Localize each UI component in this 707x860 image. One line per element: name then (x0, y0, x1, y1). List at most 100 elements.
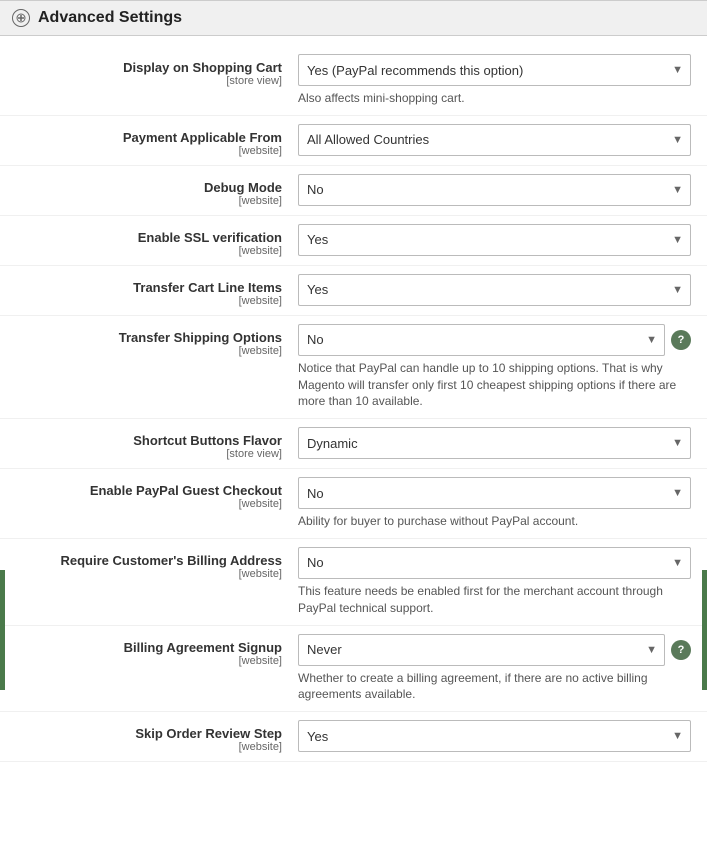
select-skip_order_review_step[interactable]: YesNo (298, 720, 691, 752)
select-wrapper: YesNo▼ (298, 274, 691, 306)
select-wrapper: All Allowed CountriesSpecific Countries▼ (298, 124, 691, 156)
setting-row: Skip Order Review Step[website]YesNo▼ (0, 712, 707, 762)
label-transfer_shipping_options: Transfer Shipping Options (8, 330, 282, 345)
setting-row: Transfer Shipping Options[website]YesNo▼… (0, 316, 707, 419)
setting-control-col: DynamicStatic▼ (298, 427, 691, 459)
scope-transfer_cart_line_items: [website] (8, 295, 282, 307)
label-enable_paypal_guest_checkout: Enable PayPal Guest Checkout (8, 483, 282, 498)
setting-row: Display on Shopping Cart[store view]Yes … (0, 46, 707, 116)
setting-control-inner-row: YesNo▼ (298, 174, 691, 206)
select-wrapper: YesNo▼ (298, 720, 691, 752)
left-green-bar (0, 570, 5, 690)
page-container: Advanced Settings Display on Shopping Ca… (0, 0, 707, 860)
setting-row: Shortcut Buttons Flavor[store view]Dynam… (0, 419, 707, 469)
select-debug_mode[interactable]: YesNo (298, 174, 691, 206)
select-transfer_cart_line_items[interactable]: YesNo (298, 274, 691, 306)
setting-control-inner-row: YesNo▼ (298, 547, 691, 579)
setting-label-col: Display on Shopping Cart[store view] (8, 54, 298, 87)
label-skip_order_review_step: Skip Order Review Step (8, 726, 282, 741)
collapse-icon[interactable] (12, 9, 30, 27)
scope-shortcut_buttons_flavor: [store view] (8, 448, 282, 460)
scope-payment_applicable_from: [website] (8, 145, 282, 157)
setting-label-col: Enable PayPal Guest Checkout[website] (8, 477, 298, 510)
scope-skip_order_review_step: [website] (8, 741, 282, 753)
select-wrapper: YesNo▼ (298, 174, 691, 206)
hint-require_customers_billing_address: This feature needs be enabled first for … (298, 583, 691, 617)
setting-control-inner-row: YesNo▼ (298, 274, 691, 306)
setting-label-col: Enable SSL verification[website] (8, 224, 298, 257)
setting-control-inner-row: YesNo▼? (298, 324, 691, 356)
setting-label-col: Billing Agreement Signup[website] (8, 634, 298, 667)
setting-control-col: YesNo▼ (298, 224, 691, 256)
select-enable_ssl_verification[interactable]: YesNo (298, 224, 691, 256)
setting-control-col: Yes (PayPal recommends this option)No▼ Al… (298, 54, 691, 107)
label-enable_ssl_verification: Enable SSL verification (8, 230, 282, 245)
select-wrapper: YesNo▼ (298, 324, 665, 356)
right-green-bar (702, 570, 707, 690)
settings-content: Display on Shopping Cart[store view]Yes … (0, 36, 707, 772)
scope-debug_mode: [website] (8, 195, 282, 207)
select-shortcut_buttons_flavor[interactable]: DynamicStatic (298, 427, 691, 459)
setting-label-col: Transfer Shipping Options[website] (8, 324, 298, 357)
label-debug_mode: Debug Mode (8, 180, 282, 195)
hint-transfer_shipping_options: Notice that PayPal can handle up to 10 s… (298, 360, 691, 410)
select-enable_paypal_guest_checkout[interactable]: YesNo (298, 477, 691, 509)
select-wrapper: Yes (PayPal recommends this option)No▼ (298, 54, 691, 86)
setting-control-col: AutoEvery VisitNever▼? Whether to create … (298, 634, 691, 704)
setting-control-inner-row: YesNo▼ (298, 477, 691, 509)
setting-control-col: YesNo▼ (298, 174, 691, 206)
setting-control-col: YesNo▼ This feature needs be enabled firs… (298, 547, 691, 617)
setting-control-inner-row: YesNo▼ (298, 224, 691, 256)
setting-row: Require Customer's Billing Address[websi… (0, 539, 707, 626)
setting-control-col: All Allowed CountriesSpecific Countries▼ (298, 124, 691, 156)
setting-control-col: YesNo▼? Notice that PayPal can handle up … (298, 324, 691, 410)
scope-require_customers_billing_address: [website] (8, 568, 282, 580)
scope-billing_agreement_signup: [website] (8, 655, 282, 667)
setting-row: Billing Agreement Signup[website]AutoEve… (0, 626, 707, 713)
label-display_on_shopping_cart: Display on Shopping Cart (8, 60, 282, 75)
section-header[interactable]: Advanced Settings (0, 0, 707, 36)
select-wrapper: DynamicStatic▼ (298, 427, 691, 459)
help-icon[interactable]: ? (671, 640, 691, 660)
label-shortcut_buttons_flavor: Shortcut Buttons Flavor (8, 433, 282, 448)
label-transfer_cart_line_items: Transfer Cart Line Items (8, 280, 282, 295)
help-icon[interactable]: ? (671, 330, 691, 350)
setting-control-col: YesNo▼ Ability for buyer to purchase with… (298, 477, 691, 530)
select-wrapper: YesNo▼ (298, 224, 691, 256)
section-title: Advanced Settings (38, 9, 182, 27)
setting-row: Enable SSL verification[website]YesNo▼ (0, 216, 707, 266)
hint-billing_agreement_signup: Whether to create a billing agreement, i… (298, 670, 691, 704)
select-payment_applicable_from[interactable]: All Allowed CountriesSpecific Countries (298, 124, 691, 156)
setting-control-inner-row: YesNo▼ (298, 720, 691, 752)
hint-enable_paypal_guest_checkout: Ability for buyer to purchase without Pa… (298, 513, 691, 530)
setting-control-inner-row: All Allowed CountriesSpecific Countries▼ (298, 124, 691, 156)
setting-row: Payment Applicable From[website]All Allo… (0, 116, 707, 166)
select-wrapper: YesNo▼ (298, 547, 691, 579)
label-require_customers_billing_address: Require Customer's Billing Address (8, 553, 282, 568)
scope-enable_ssl_verification: [website] (8, 245, 282, 257)
select-billing_agreement_signup[interactable]: AutoEvery VisitNever (298, 634, 665, 666)
setting-control-inner-row: AutoEvery VisitNever▼? (298, 634, 691, 666)
setting-label-col: Skip Order Review Step[website] (8, 720, 298, 753)
setting-control-inner-row: Yes (PayPal recommends this option)No▼ (298, 54, 691, 86)
select-transfer_shipping_options[interactable]: YesNo (298, 324, 665, 356)
setting-control-col: YesNo▼ (298, 720, 691, 752)
select-require_customers_billing_address[interactable]: YesNo (298, 547, 691, 579)
setting-row: Enable PayPal Guest Checkout[website]Yes… (0, 469, 707, 539)
scope-display_on_shopping_cart: [store view] (8, 75, 282, 87)
setting-row: Debug Mode[website] YesNo▼ (0, 166, 707, 216)
setting-control-col: YesNo▼ (298, 274, 691, 306)
select-wrapper: YesNo▼ (298, 477, 691, 509)
scope-transfer_shipping_options: [website] (8, 345, 282, 357)
select-display_on_shopping_cart[interactable]: Yes (PayPal recommends this option)No (298, 54, 691, 86)
setting-label-col: Transfer Cart Line Items[website] (8, 274, 298, 307)
setting-control-inner-row: DynamicStatic▼ (298, 427, 691, 459)
hint-display_on_shopping_cart: Also affects mini-shopping cart. (298, 90, 691, 107)
setting-label-col: Payment Applicable From[website] (8, 124, 298, 157)
scope-enable_paypal_guest_checkout: [website] (8, 498, 282, 510)
setting-label-col: Require Customer's Billing Address[websi… (8, 547, 298, 580)
setting-row: Transfer Cart Line Items[website]YesNo▼ (0, 266, 707, 316)
label-billing_agreement_signup: Billing Agreement Signup (8, 640, 282, 655)
select-wrapper: AutoEvery VisitNever▼ (298, 634, 665, 666)
setting-label-col: Shortcut Buttons Flavor[store view] (8, 427, 298, 460)
